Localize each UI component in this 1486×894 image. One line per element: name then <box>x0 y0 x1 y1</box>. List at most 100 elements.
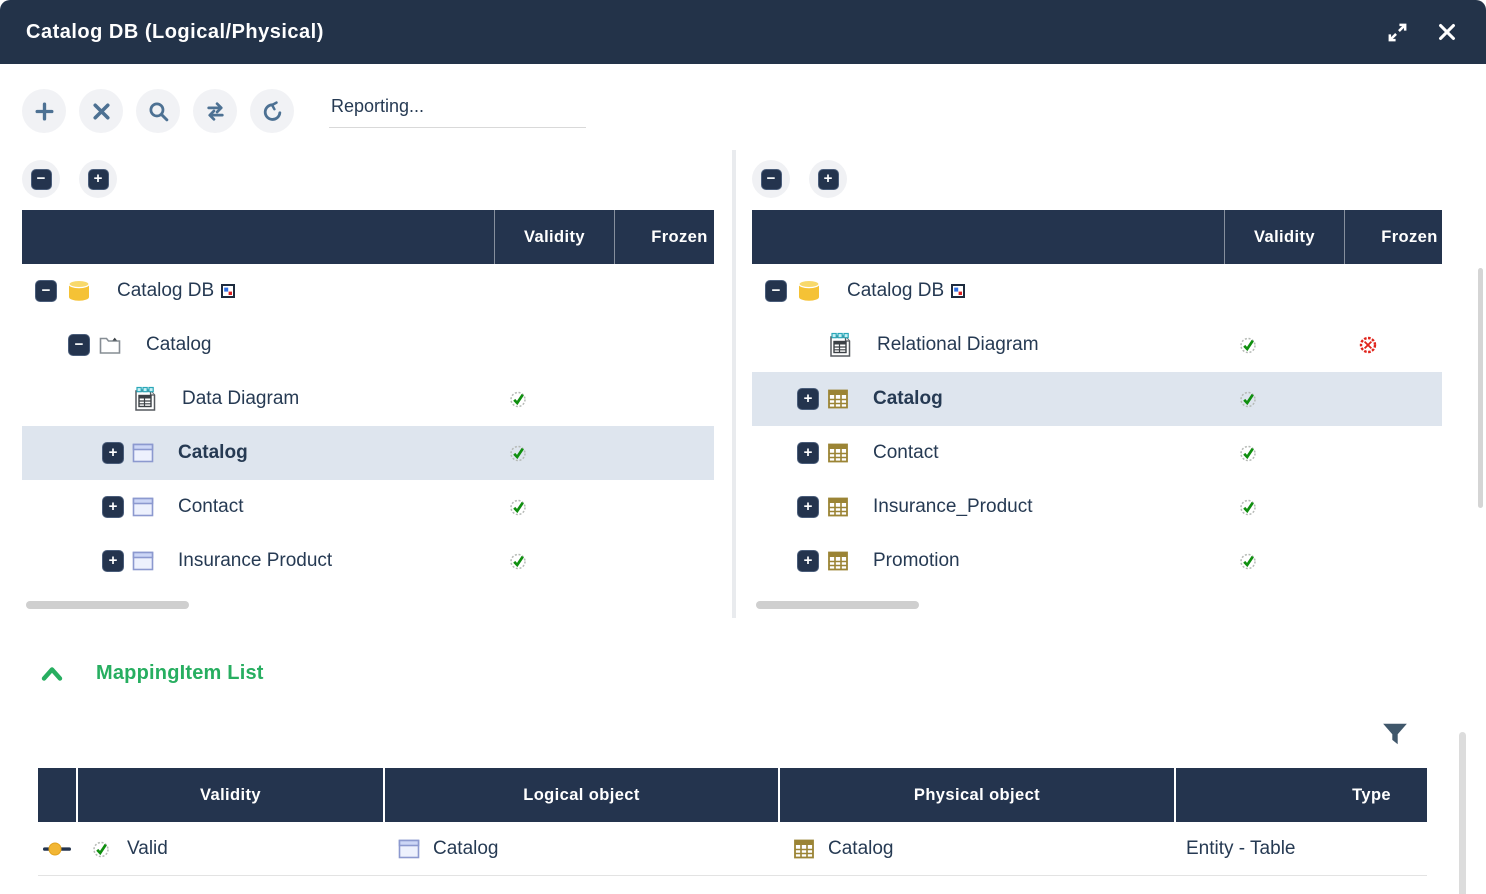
chevron-up-icon <box>40 664 64 684</box>
valid-icon <box>92 840 110 858</box>
folder-icon <box>98 333 122 357</box>
frozen-cell <box>1344 336 1442 354</box>
mapping-section-header: MappingItem List <box>40 662 264 685</box>
undo-button[interactable] <box>250 89 294 133</box>
entity-icon <box>132 442 154 464</box>
tree-label: Catalog DB <box>117 280 214 302</box>
valid-icon <box>509 390 527 408</box>
expand-toggle[interactable] <box>797 388 819 410</box>
validity-cell <box>494 498 614 516</box>
vertical-scrollbar[interactable] <box>1478 268 1483 508</box>
valid-icon <box>509 552 527 570</box>
expand-toggle[interactable] <box>797 496 819 518</box>
expand-toggle[interactable] <box>102 442 124 464</box>
tree-label: Contact <box>178 496 243 518</box>
tree-header-row: Validity Frozen <box>752 210 1442 264</box>
tree-row-catalog-entity[interactable]: Catalog <box>22 426 714 480</box>
column-header-name <box>752 210 1224 264</box>
expand-all-button[interactable] <box>79 160 117 198</box>
add-button[interactable] <box>22 89 66 133</box>
valid-icon <box>1239 336 1257 354</box>
tree-row-contact-table[interactable]: Contact <box>752 426 1442 480</box>
validity-cell <box>1224 552 1344 570</box>
column-header-validity: Validity <box>1224 210 1344 264</box>
validity-cell <box>494 390 614 408</box>
collapse-toggle[interactable] <box>35 280 57 302</box>
database-icon <box>65 277 93 305</box>
tree-row-catalog-db[interactable]: Catalog DB <box>22 264 714 318</box>
tree-row-contact-entity[interactable]: Contact <box>22 480 714 534</box>
validity-cell <box>1224 498 1344 516</box>
column-header-validity: Validity <box>494 210 614 264</box>
plus-icon <box>818 169 839 190</box>
valid-icon <box>1239 552 1257 570</box>
plus-icon <box>88 169 109 190</box>
collapse-toggle[interactable] <box>765 280 787 302</box>
tree-row-insurance-product-table[interactable]: Insurance_Product <box>752 480 1442 534</box>
validity-cell <box>494 552 614 570</box>
tree-label: Contact <box>873 442 938 464</box>
mapping-section-title: MappingItem List <box>96 662 264 685</box>
tree-row-promotion-table[interactable]: Promotion <box>752 534 1442 588</box>
validity-cell <box>1224 390 1344 408</box>
tree-label: Catalog <box>146 334 212 356</box>
expand-toggle[interactable] <box>102 550 124 572</box>
validity-cell <box>1224 444 1344 462</box>
minus-icon <box>761 169 782 190</box>
report-filter-input[interactable] <box>329 94 586 128</box>
collapse-toggle[interactable] <box>68 334 90 356</box>
entity-icon <box>132 550 154 572</box>
window-title: Catalog DB (Logical/Physical) <box>26 21 324 44</box>
collapse-all-button[interactable] <box>22 160 60 198</box>
horizontal-scrollbar[interactable] <box>26 601 189 609</box>
expand-toggle[interactable] <box>797 442 819 464</box>
tree-label: Promotion <box>873 550 960 572</box>
expand-toggle[interactable] <box>797 550 819 572</box>
tree-row-data-diagram[interactable]: Data Diagram <box>22 372 714 426</box>
valid-icon <box>1239 498 1257 516</box>
mapping-row[interactable]: Valid Catalog Catalog Entity - Table <box>38 822 1427 876</box>
filter-button[interactable] <box>1381 722 1409 748</box>
column-header-logical-object: Logical object <box>383 768 778 822</box>
tree-label: Catalog DB <box>847 280 944 302</box>
tree-row-catalog-folder[interactable]: Catalog <box>22 318 714 372</box>
physical-object-label: Catalog <box>828 838 894 860</box>
delete-button[interactable] <box>79 89 123 133</box>
panel-divider[interactable] <box>732 150 736 618</box>
tree-label: Catalog <box>178 442 248 464</box>
mapping-header-row: Validity Logical object Physical object … <box>38 768 1427 822</box>
tree-row-catalog-table[interactable]: Catalog <box>752 372 1442 426</box>
close-button[interactable] <box>1434 19 1460 45</box>
mapping-table: Validity Logical object Physical object … <box>38 768 1427 876</box>
column-header-physical-object: Physical object <box>778 768 1174 822</box>
expand-button[interactable] <box>1384 19 1410 45</box>
table-icon <box>827 496 849 518</box>
validity-label: Valid <box>127 838 168 860</box>
sync-button[interactable] <box>193 89 237 133</box>
tree-row-catalog-db[interactable]: Catalog DB <box>752 264 1442 318</box>
valid-icon <box>509 498 527 516</box>
toolbar <box>22 89 586 133</box>
collapse-section-button[interactable] <box>40 664 64 684</box>
table-icon <box>827 442 849 464</box>
tree-label: Insurance Product <box>178 550 332 572</box>
tree-row-relational-diagram[interactable]: Relational Diagram <box>752 318 1442 372</box>
diagram-icon <box>827 332 853 358</box>
minus-icon <box>31 169 52 190</box>
horizontal-scrollbar[interactable] <box>756 601 919 609</box>
expand-toggle[interactable] <box>102 496 124 518</box>
column-header-frozen: Frozen <box>614 210 714 264</box>
frozen-icon <box>1359 336 1377 354</box>
search-button[interactable] <box>136 89 180 133</box>
expand-all-button[interactable] <box>809 160 847 198</box>
collapse-all-button[interactable] <box>752 160 790 198</box>
vertical-scrollbar[interactable] <box>1459 732 1466 894</box>
mapping-link-icon <box>42 841 72 857</box>
diagram-icon <box>132 386 158 412</box>
tree-label: Data Diagram <box>182 388 299 410</box>
entity-icon <box>132 496 154 518</box>
tree-row-insurance-product-entity[interactable]: Insurance Product <box>22 534 714 588</box>
validity-cell <box>1224 336 1344 354</box>
entity-icon <box>398 838 420 860</box>
valid-icon <box>1239 390 1257 408</box>
